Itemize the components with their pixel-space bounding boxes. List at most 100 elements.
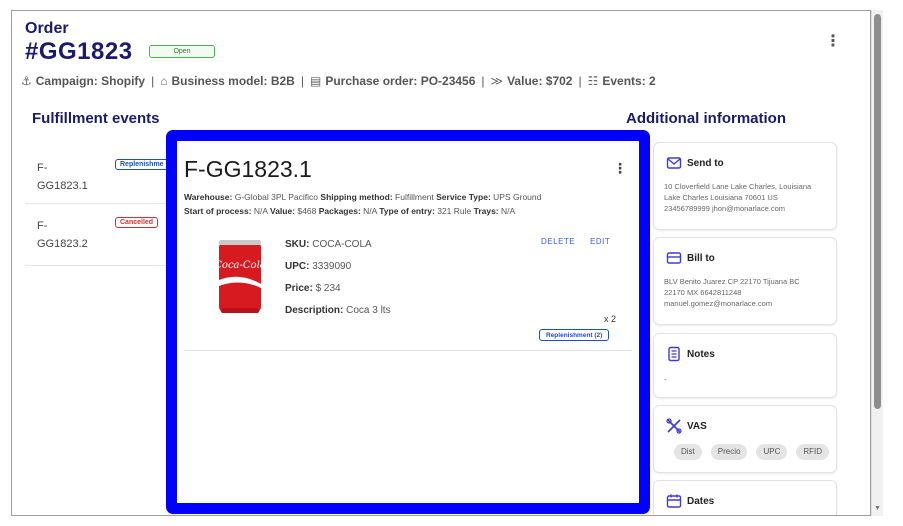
more-options-icon[interactable]: ⋮ (825, 34, 841, 50)
calendar-icon (666, 494, 682, 508)
notes-text: - (664, 375, 667, 384)
address-line: 10 Cloverfield Lane Lake Charles, Louisi… (664, 182, 812, 191)
vas-title: VAS (666, 418, 707, 434)
svg-text:Coca-Cola: Coca-Cola (217, 260, 263, 271)
send-to-title: Send to (666, 155, 724, 171)
modal-info-line: Start of process: N/A Value: $468 Packag… (184, 206, 515, 216)
order-id: #GG1823 (25, 38, 133, 65)
notes-label: Notes (687, 348, 715, 360)
event-status-badge: Cancelled (115, 217, 159, 228)
order-meta: ⚓ Campaign: Shopify | ⌂ Business model: … (21, 74, 656, 88)
notes-title: Notes (666, 346, 715, 362)
meta-separator: | (481, 74, 485, 88)
price-label: Price: (285, 283, 313, 294)
events-list: F- GG1823.1 Replenishme F- GG1823.2 Canc… (25, 142, 185, 512)
bill-to-title: Bill to (666, 250, 715, 266)
event-id: F- GG1823.2 (37, 217, 97, 253)
address-line: BLV Benito Juarez CP 22170 Tijuana BC (664, 277, 800, 286)
replenishment-badge: Replenishment (2) (539, 329, 610, 341)
scrollbar-thumb[interactable] (874, 14, 881, 409)
bill-to-card: Bill to BLV Benito Juarez CP 22170 Tijua… (653, 237, 837, 325)
event-id-number: GG1823.1 (37, 180, 88, 192)
trays-label: Trays: (473, 206, 499, 216)
price-value: $ 234 (315, 283, 341, 294)
event-item[interactable]: F- GG1823.1 Replenishme (25, 142, 185, 204)
status-badge: Open (149, 45, 215, 58)
meta-value: Value: $702 (507, 74, 573, 88)
start-of-process-value: N/A (253, 206, 268, 216)
dates-label: Dates (687, 495, 715, 507)
notes-card: Notes - (653, 333, 837, 398)
vas-chips: Dist Precio UPC RFID (674, 444, 830, 460)
dates-title: Dates (666, 493, 714, 509)
packages-label: Packages: (318, 206, 361, 216)
start-of-process-label: Start of process: (184, 206, 252, 216)
address-line: Lake Charles Louisiana 70601 US (664, 193, 778, 202)
meta-campaign: Campaign: Shopify (35, 74, 146, 88)
event-status-badge: Replenishme (115, 159, 169, 170)
type-of-entry-value: 321 Rule (437, 206, 472, 216)
fulfillment-event-modal: F-GG1823.1 ⋮ Warehouse: G-Global 3PL Pac… (166, 130, 650, 514)
warehouse-value: G-Global 3PL Pacifico (234, 192, 319, 202)
divider (184, 350, 632, 351)
scrollbar[interactable]: ▼ (871, 10, 883, 516)
notes-icon (668, 346, 680, 362)
warehouse-label: Warehouse: (184, 192, 233, 202)
document-icon: ▤ (309, 74, 322, 88)
event-id-prefix: F- (37, 162, 48, 174)
value-icon: ≫ (490, 74, 504, 88)
tag-icon: ⚓ (21, 74, 32, 88)
modal-more-options-icon[interactable]: ⋮ (613, 160, 627, 177)
additional-info-title: Additional information (626, 110, 786, 127)
send-to-address: 10 Cloverfield Lane Lake Charles, Louisi… (664, 181, 832, 214)
events-icon: ☷ (587, 74, 599, 88)
vas-chip[interactable]: Dist (674, 444, 702, 460)
dates-card: Dates (653, 480, 837, 515)
edit-button[interactable]: EDIT (590, 237, 610, 246)
value-value: $468 (297, 206, 317, 216)
event-id: F- GG1823.1 (37, 159, 97, 195)
send-to-card: Send to 10 Cloverfield Lane Lake Charles… (653, 142, 837, 230)
mail-icon (666, 157, 682, 169)
service-type-value: UPS Ground (493, 192, 542, 202)
packages-value: N/A (363, 206, 377, 216)
vas-chip[interactable]: UPC (756, 444, 788, 460)
vas-chip[interactable]: RFID (796, 444, 830, 460)
bill-to-label: Bill to (687, 252, 715, 264)
address-line: 22170 MX 6642811248 (664, 288, 742, 297)
description-label: Description: (285, 305, 344, 316)
event-id-number: GG1823.2 (37, 238, 88, 250)
shipping-method-label: Shipping method: (320, 192, 393, 202)
meta-separator: | (151, 74, 155, 88)
quantity: x 2 (604, 314, 617, 324)
modal-title: F-GG1823.1 (184, 156, 312, 182)
value-label: Value: (270, 206, 296, 216)
address-line: 23456789999 jhon@monarlace.com (664, 204, 786, 213)
bill-to-address: BLV Benito Juarez CP 22170 Tijuana BC 22… (664, 276, 832, 309)
meta-business-model: Business model: B2B (171, 74, 295, 88)
event-id-prefix: F- (37, 220, 48, 232)
meta-separator: | (300, 74, 304, 88)
product-image: Coca-Cola (217, 240, 263, 313)
modal-info-line: Warehouse: G-Global 3PL Pacifico Shippin… (184, 192, 541, 202)
shipping-method-value: Fulfillment (395, 192, 434, 202)
meta-events: Events: 2 (602, 74, 656, 88)
sku-field: SKU: COCA-COLA (285, 239, 372, 250)
service-type-label: Service Type: (436, 192, 491, 202)
building-icon: ⌂ (160, 74, 168, 88)
scroll-down-icon[interactable]: ▼ (874, 505, 881, 512)
type-of-entry-label: Type of entry: (379, 206, 435, 216)
description-field: Description: Coca 3 lts (285, 305, 391, 316)
vas-label: VAS (687, 420, 707, 432)
price-field: Price: $ 234 (285, 283, 341, 294)
tools-icon (666, 418, 682, 434)
delete-button[interactable]: DELETE (541, 237, 575, 246)
vas-chip[interactable]: Precio (710, 444, 748, 460)
sku-label: SKU: (285, 239, 310, 250)
meta-purchase-order: Purchase order: PO-23456 (325, 74, 476, 88)
trays-value: N/A (501, 206, 516, 216)
event-item[interactable]: F- GG1823.2 Cancelled (25, 204, 185, 266)
description-value: Coca 3 lts (346, 305, 391, 316)
address-line: manuel.gomez@monarlace.com (664, 299, 773, 308)
credit-card-icon (666, 252, 682, 264)
